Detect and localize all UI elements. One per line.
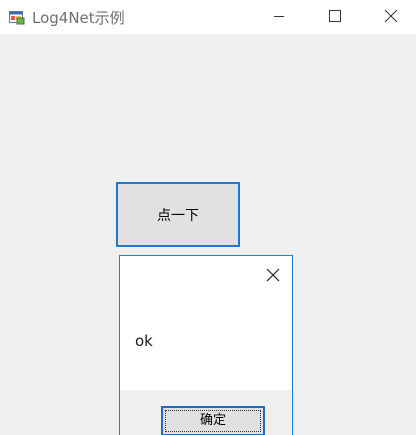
message-text: ok (135, 332, 153, 350)
minimize-button[interactable] (256, 0, 302, 32)
click-button-label: 点一下 (157, 207, 199, 224)
maximize-button[interactable] (312, 0, 358, 32)
app-window: Log4Net示例 点一下 ok 确定 (0, 0, 416, 435)
ok-button-label: 确定 (199, 413, 226, 428)
app-icon (9, 9, 25, 25)
title-bar[interactable]: Log4Net示例 (0, 0, 416, 34)
click-button[interactable]: 点一下 (116, 182, 240, 247)
close-button[interactable] (368, 0, 414, 32)
message-box-close-button[interactable] (262, 264, 284, 286)
minimize-icon (274, 16, 284, 17)
message-box: ok 确定 (119, 255, 293, 435)
message-box-footer: 确定 (120, 390, 292, 435)
window-title: Log4Net示例 (32, 9, 125, 27)
close-icon (266, 268, 280, 282)
ok-button[interactable]: 确定 (161, 406, 265, 435)
close-icon (384, 9, 398, 23)
maximize-icon (329, 10, 341, 22)
